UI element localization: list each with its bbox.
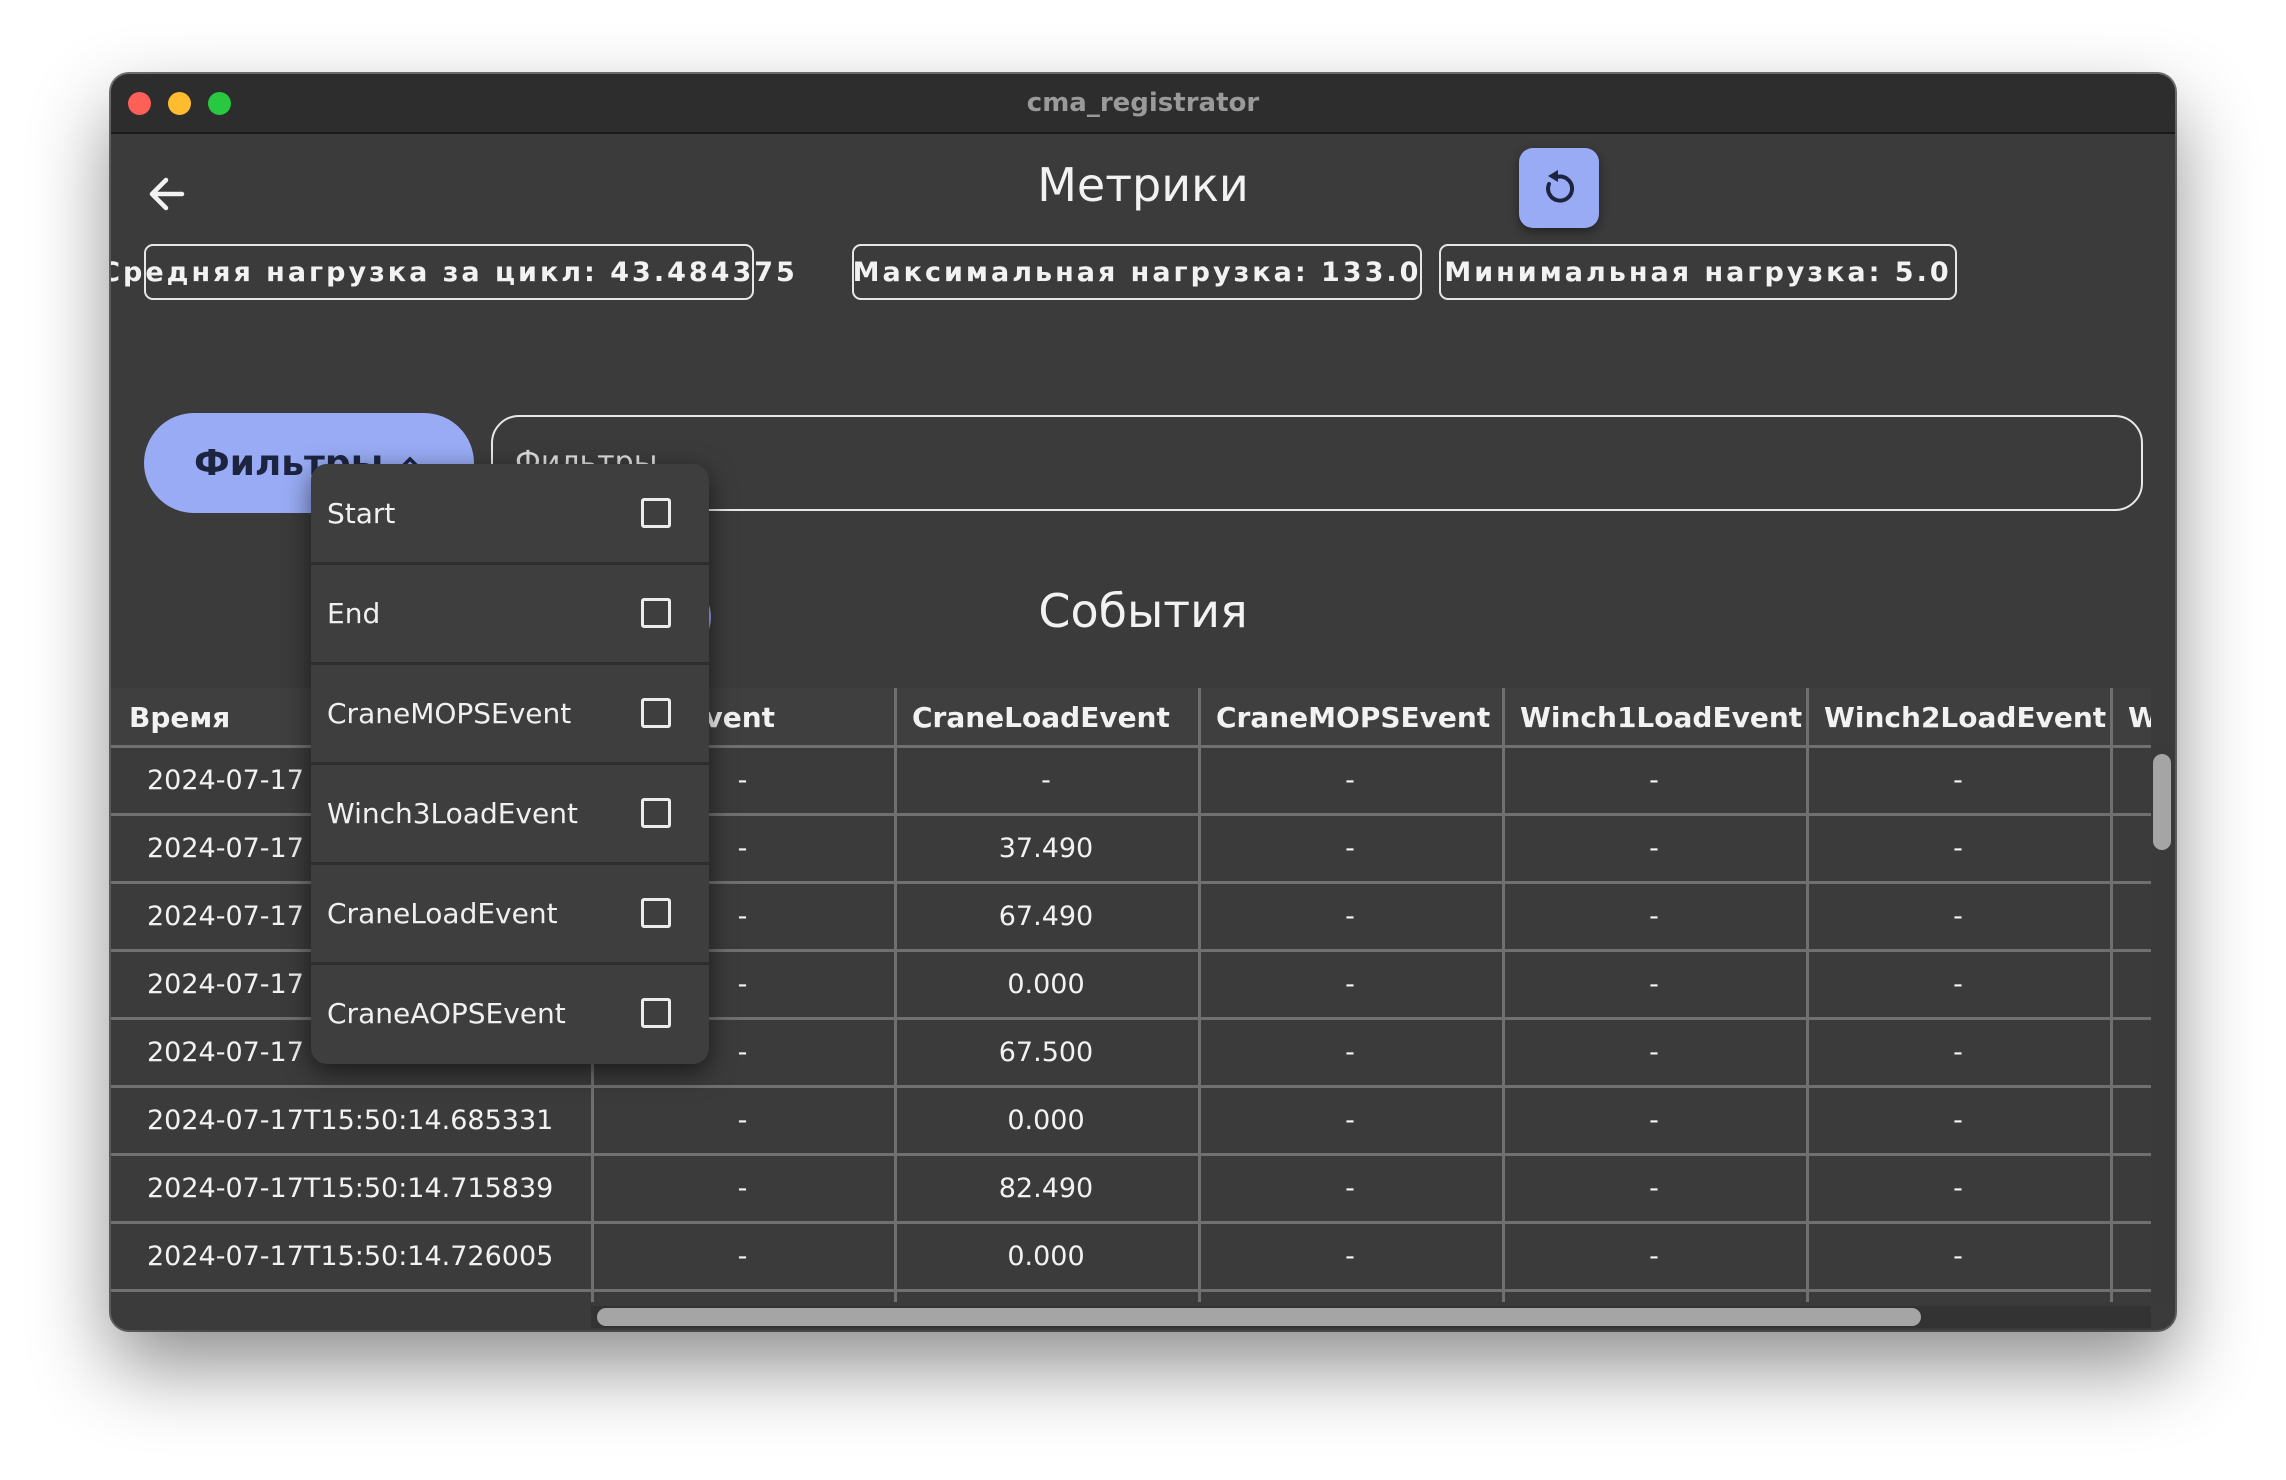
filter-option-label: CraneMOPSEvent [327,696,572,730]
filter-option-label: End [327,596,381,630]
table-cell: - [737,1104,748,1136]
table-cell: - [1953,1240,1963,1272]
table-cell: - [1041,764,1051,796]
title-bar: cma_registrator [111,74,2175,134]
checkbox[interactable] [641,798,671,828]
column-divider [1502,688,1505,1302]
column-header-w[interactable]: W [2110,688,2151,746]
table-cell: - [1953,1036,1963,1068]
menu-separator [311,962,709,965]
filter-option-label: Start [327,496,396,530]
table-cell: - [1345,764,1355,796]
table-cell: 0.000 [1007,1240,1085,1272]
table-cell: - [1649,832,1659,864]
window-title: cma_registrator [1026,88,1260,118]
table-cell: - [1345,1240,1355,1272]
table-cell: - [1953,1104,1963,1136]
menu-separator [311,562,709,565]
checkbox[interactable] [641,498,671,528]
menu-separator [311,762,709,765]
app-window: cma_registrator Метрики Средняя нагрузка… [111,74,2175,1330]
filter-option-label: CraneAOPSEvent [327,996,566,1030]
table-cell: - [737,1172,748,1204]
min-load-chip: Минимальная нагрузка: 5.0 [1439,244,1957,300]
row-divider [111,1289,2151,1292]
column-divider [1198,688,1201,1302]
checkbox[interactable] [641,698,671,728]
table-cell: - [1649,1172,1659,1204]
column-header-winch1-load[interactable]: Winch1LoadEvent [1502,688,1806,746]
table-cell: - [1953,832,1963,864]
checkbox[interactable] [641,898,671,928]
column-header-crane-load[interactable]: CraneLoadEvent [894,688,1198,746]
filters-field[interactable]: Фильтры [491,415,2143,511]
menu-separator [311,662,709,665]
table-cell: - [1345,968,1355,1000]
filter-option-craneaopsevent[interactable]: CraneAOPSEvent [311,964,709,1062]
time-cell: 2024-07-17T15:50:14.715839 [147,1172,554,1204]
table-cell: - [1953,900,1963,932]
table-cell: - [1649,968,1659,1000]
table-cell: - [1345,900,1355,932]
table-cell: - [1649,1240,1659,1272]
page-title: Метрики [1037,158,1249,212]
column-divider [894,688,897,1302]
checkbox[interactable] [641,598,671,628]
table-cell: - [737,1240,748,1272]
table-cell: - [1649,900,1659,932]
column-header-crane-mops[interactable]: CraneMOPSEvent [1198,688,1502,746]
filter-option-start[interactable]: Start [311,464,709,562]
vertical-scrollbar[interactable] [2153,754,2171,850]
table-cell: 37.490 [998,832,1094,864]
refresh-button[interactable] [1519,148,1599,228]
table-cell: 67.500 [998,1036,1094,1068]
menu-separator [311,862,709,865]
table-cell: - [1649,1104,1659,1136]
filter-option-label: CraneLoadEvent [327,896,558,930]
table-cell: - [1345,1036,1355,1068]
avg-load-chip: Средняя нагрузка за цикл: 43.484375 [111,244,795,300]
table-cell: 0.000 [1007,968,1085,1000]
time-cell: 2024-07-17T15:50:14.685331 [147,1104,554,1136]
filter-option-craneloadevent[interactable]: CraneLoadEvent [311,864,709,962]
filter-option-label: Winch3LoadEvent [327,796,578,830]
filter-option-winch3loadevent[interactable]: Winch3LoadEvent [311,764,709,862]
filter-option-cranemopsevent[interactable]: CraneMOPSEvent [311,664,709,762]
filter-option-end[interactable]: End [311,564,709,662]
column-divider [1806,688,1809,1302]
table-cell: - [1953,1172,1963,1204]
table-cell: - [1649,764,1659,796]
filters-dropdown-menu: Start End CraneMOPSEvent Winch3LoadEvent Cra… [311,464,709,1064]
time-cell: 2024-07-17T15:50:14.726005 [147,1240,554,1272]
table-cell: - [1953,764,1963,796]
table-cell: 67.490 [998,900,1094,932]
table-cell: - [1953,968,1963,1000]
refresh-icon [1546,170,1575,203]
table-cell: - [1345,1104,1355,1136]
horizontal-scrollbar[interactable] [597,1308,1921,1326]
table-cell: 82.490 [998,1172,1094,1204]
table-cell: - [1345,832,1355,864]
max-load-chip: Максимальная нагрузка: 133.0 [852,244,1422,300]
table-cell: - [1649,1036,1659,1068]
table-cell: - [1345,1172,1355,1204]
column-divider [2110,688,2113,1302]
checkbox[interactable] [641,998,671,1028]
column-header-winch2-load[interactable]: Winch2LoadEvent [1806,688,2110,746]
table-cell: 0.000 [1007,1104,1085,1136]
